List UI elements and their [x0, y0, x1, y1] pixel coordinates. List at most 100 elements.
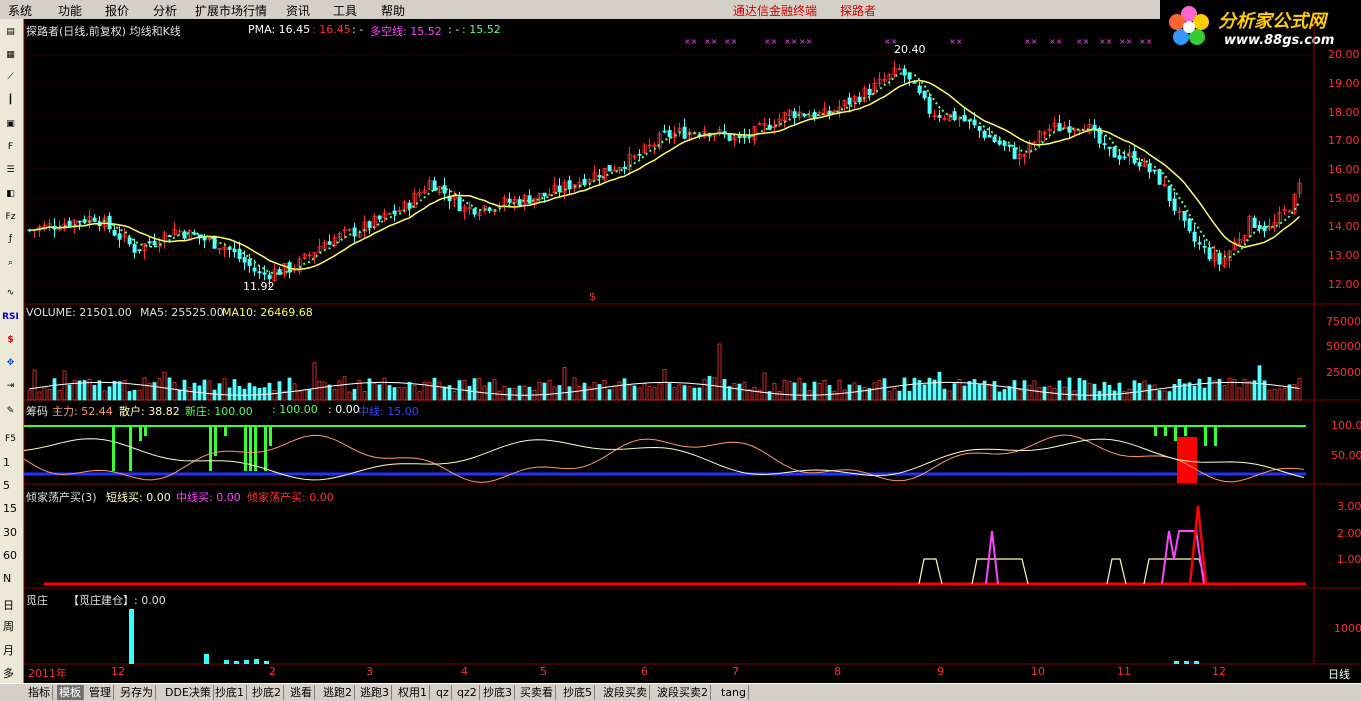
- move-icon[interactable]: ✥: [2, 355, 19, 372]
- menu-info[interactable]: 资讯: [286, 2, 310, 19]
- report-icon[interactable]: ▤: [2, 24, 19, 41]
- info-icon[interactable]: ◧: [2, 186, 19, 203]
- period-0[interactable]: 1: [3, 456, 10, 469]
- multi-window-icon[interactable]: ▣: [2, 116, 19, 133]
- wave-icon[interactable]: ∿: [2, 285, 19, 302]
- menu-function[interactable]: 功能: [58, 2, 82, 19]
- volume-bar: [707, 375, 712, 401]
- pencil-icon[interactable]: ✎: [2, 403, 19, 420]
- period-3[interactable]: 30: [3, 526, 17, 539]
- chip-main: 主力: 52.44: [52, 405, 113, 418]
- dollar-icon[interactable]: $: [2, 332, 19, 349]
- tab-2[interactable]: 管理: [87, 685, 114, 700]
- volume-bar: [937, 371, 942, 401]
- tab-16[interactable]: 波段买卖: [601, 685, 650, 700]
- mz-bar: [234, 661, 239, 664]
- tab-9[interactable]: 逃跑3: [358, 685, 392, 700]
- chip-bar: [214, 426, 217, 456]
- tab-6[interactable]: 抄底2: [250, 685, 284, 700]
- candle-body: [367, 221, 372, 229]
- mz-title: 觅庄: [26, 594, 48, 607]
- mz-bar: [204, 654, 209, 664]
- f5-icon[interactable]: F5: [2, 431, 19, 448]
- candle-body: [1012, 147, 1017, 160]
- tab-14[interactable]: 买卖看: [518, 685, 556, 700]
- tab-17[interactable]: 波段买卖2: [655, 685, 711, 700]
- kline-icon[interactable]: ┃: [2, 92, 19, 109]
- tab-3[interactable]: 另存为: [118, 685, 156, 700]
- table-icon[interactable]: ▦: [2, 47, 19, 64]
- period-9[interactable]: 多: [3, 665, 14, 681]
- qjdc-all: 倾家荡产买: 0.00: [247, 491, 334, 504]
- period-1[interactable]: 5: [3, 479, 10, 492]
- tab-7[interactable]: 逃看: [288, 685, 315, 700]
- volume-bar: [877, 380, 882, 401]
- volume-bar: [657, 383, 662, 401]
- fo-icon[interactable]: ƒ: [2, 231, 19, 248]
- tab-0[interactable]: 指标: [26, 685, 53, 700]
- volume-bar: [1227, 378, 1232, 401]
- tab-12[interactable]: qz2: [455, 685, 480, 700]
- tab-1[interactable]: 模板: [57, 685, 84, 700]
- period-5[interactable]: N: [3, 572, 11, 585]
- candle-body: [1007, 144, 1012, 147]
- dollar-signal: $: [589, 290, 596, 303]
- menu-system[interactable]: 系统: [8, 2, 32, 19]
- exit-icon[interactable]: ⇥: [2, 378, 19, 395]
- volume-bar: [667, 383, 672, 401]
- period-7[interactable]: 周: [3, 618, 14, 634]
- f10-icon[interactable]: F: [2, 139, 19, 156]
- volume-bar: [297, 390, 302, 401]
- stock-chart[interactable]: ×× ×× ×× ×× ×× ×× ×× ×× ×× ×× ×× ×× ×× ××: [24, 19, 1361, 683]
- menu-tools[interactable]: 工具: [333, 2, 357, 19]
- volume-bar: [207, 380, 212, 401]
- signal-marker: ××: [799, 37, 812, 46]
- volume-bar: [1062, 386, 1067, 401]
- candle-body: [77, 220, 82, 223]
- volume-bar: [607, 389, 612, 401]
- tab-13[interactable]: 抄底3: [481, 685, 515, 700]
- period-2[interactable]: 15: [3, 502, 17, 515]
- period-8[interactable]: 月: [3, 642, 14, 658]
- chip-bar: [1154, 426, 1157, 436]
- tab-4[interactable]: DDE决策: [163, 685, 214, 700]
- volume-bar: [727, 386, 732, 401]
- signal-marker: ××: [704, 37, 717, 46]
- tab-5[interactable]: 抄底1: [213, 685, 247, 700]
- period-label[interactable]: 日线: [1328, 666, 1350, 682]
- tab-10[interactable]: 权用1: [396, 685, 430, 700]
- period-4[interactable]: 60: [3, 549, 17, 562]
- menu-help[interactable]: 帮助: [381, 2, 405, 19]
- volume-bar: [777, 391, 782, 401]
- menu-quote[interactable]: 报价: [105, 2, 129, 19]
- qjdc-mid-line: [985, 530, 1205, 585]
- candle-body: [147, 241, 152, 244]
- volume-bar: [407, 381, 412, 401]
- news-icon[interactable]: ☰: [2, 162, 19, 179]
- menu-analysis[interactable]: 分析: [153, 2, 177, 19]
- dash-value: : -: [352, 23, 364, 36]
- tab-8[interactable]: 逃跑2: [321, 685, 355, 700]
- volume-bar: [992, 381, 997, 401]
- x-tick: 5: [540, 665, 547, 678]
- volume-bar: [717, 343, 722, 401]
- menu-ext-market[interactable]: 扩展市场行情: [195, 2, 267, 19]
- candle-body: [542, 192, 547, 197]
- tab-18[interactable]: tang: [719, 685, 750, 700]
- volume-bar: [222, 378, 227, 401]
- tab-11[interactable]: qz: [434, 685, 452, 700]
- rsi-icon[interactable]: RSI: [2, 309, 19, 326]
- period-6[interactable]: 日: [3, 597, 14, 613]
- fz-icon[interactable]: Fz: [2, 209, 19, 226]
- mz-bar: [224, 660, 229, 664]
- chip-bar: [269, 426, 272, 446]
- volume-bar: [417, 391, 422, 401]
- volume-bar: [897, 390, 902, 401]
- volume-bar: [742, 382, 747, 401]
- candle-body: [432, 180, 437, 191]
- search-icon[interactable]: ⌕: [2, 255, 19, 272]
- volume-bar: [642, 383, 647, 401]
- y-tick: 14.00: [1328, 220, 1360, 233]
- tab-15[interactable]: 抄底5: [561, 685, 595, 700]
- line-chart-icon[interactable]: ⟋: [2, 69, 19, 86]
